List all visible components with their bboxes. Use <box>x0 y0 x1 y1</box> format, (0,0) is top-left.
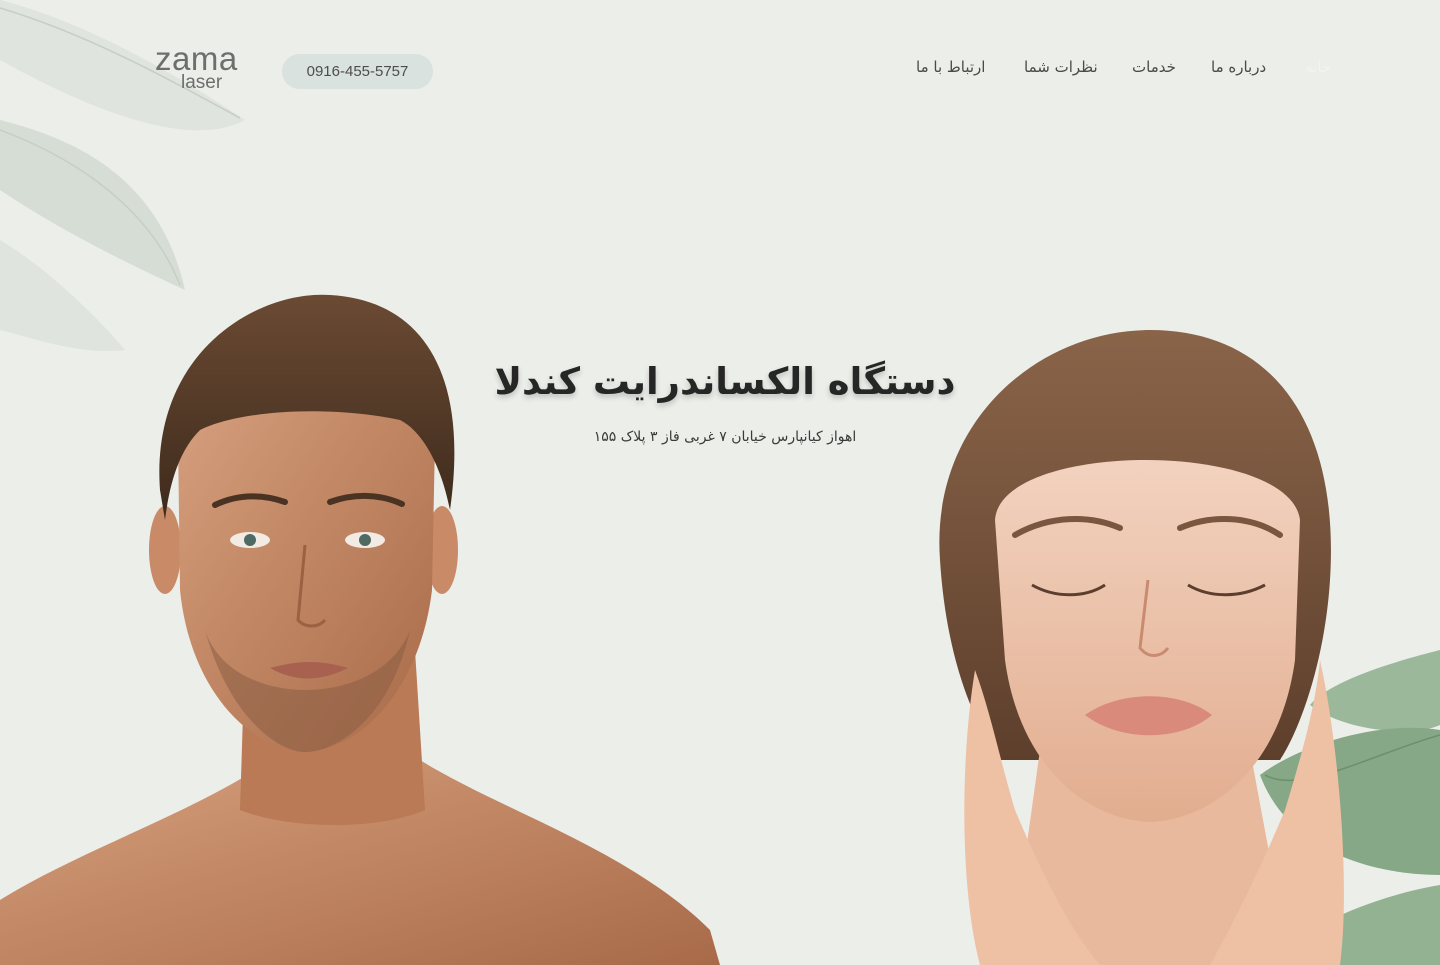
header: zama laser 0916-455-5757 ارتباط با ما نظ… <box>0 0 1440 130</box>
phone-button[interactable]: 0916-455-5757 <box>282 54 433 89</box>
nav-about[interactable]: درباره ما <box>1211 58 1266 76</box>
nav-reviews[interactable]: نظرات شما <box>1024 58 1098 76</box>
nav-contact[interactable]: ارتباط با ما <box>916 58 985 76</box>
logo-sub-text: laser <box>181 72 223 93</box>
nav-services[interactable]: خدمات <box>1132 58 1176 76</box>
nav-home[interactable]: خانه <box>1305 58 1331 76</box>
hero-section: دستگاه الکساندرایت کندلا اهواز کیانپارس … <box>440 360 1010 445</box>
main-nav: ارتباط با ما نظرات شما خدمات درباره ما خ… <box>910 58 1350 82</box>
logo[interactable]: zama laser <box>155 40 265 96</box>
hero-title: دستگاه الکساندرایت کندلا <box>494 360 956 403</box>
hero-address: اهواز کیانپارس خیابان ۷ غربی فاز ۳ پلاک … <box>593 429 857 445</box>
